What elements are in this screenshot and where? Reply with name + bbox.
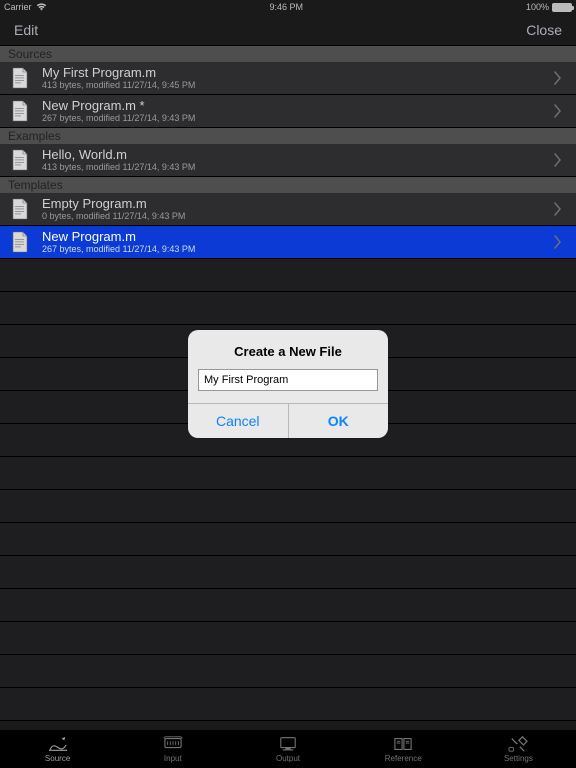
- ok-button[interactable]: OK: [288, 404, 389, 438]
- filename-input[interactable]: [198, 369, 378, 391]
- cancel-button[interactable]: Cancel: [188, 404, 288, 438]
- dialog-title: Create a New File: [234, 344, 342, 359]
- dialog-overlay: Create a New File Cancel OK: [0, 0, 576, 768]
- create-file-dialog: Create a New File Cancel OK: [188, 330, 388, 438]
